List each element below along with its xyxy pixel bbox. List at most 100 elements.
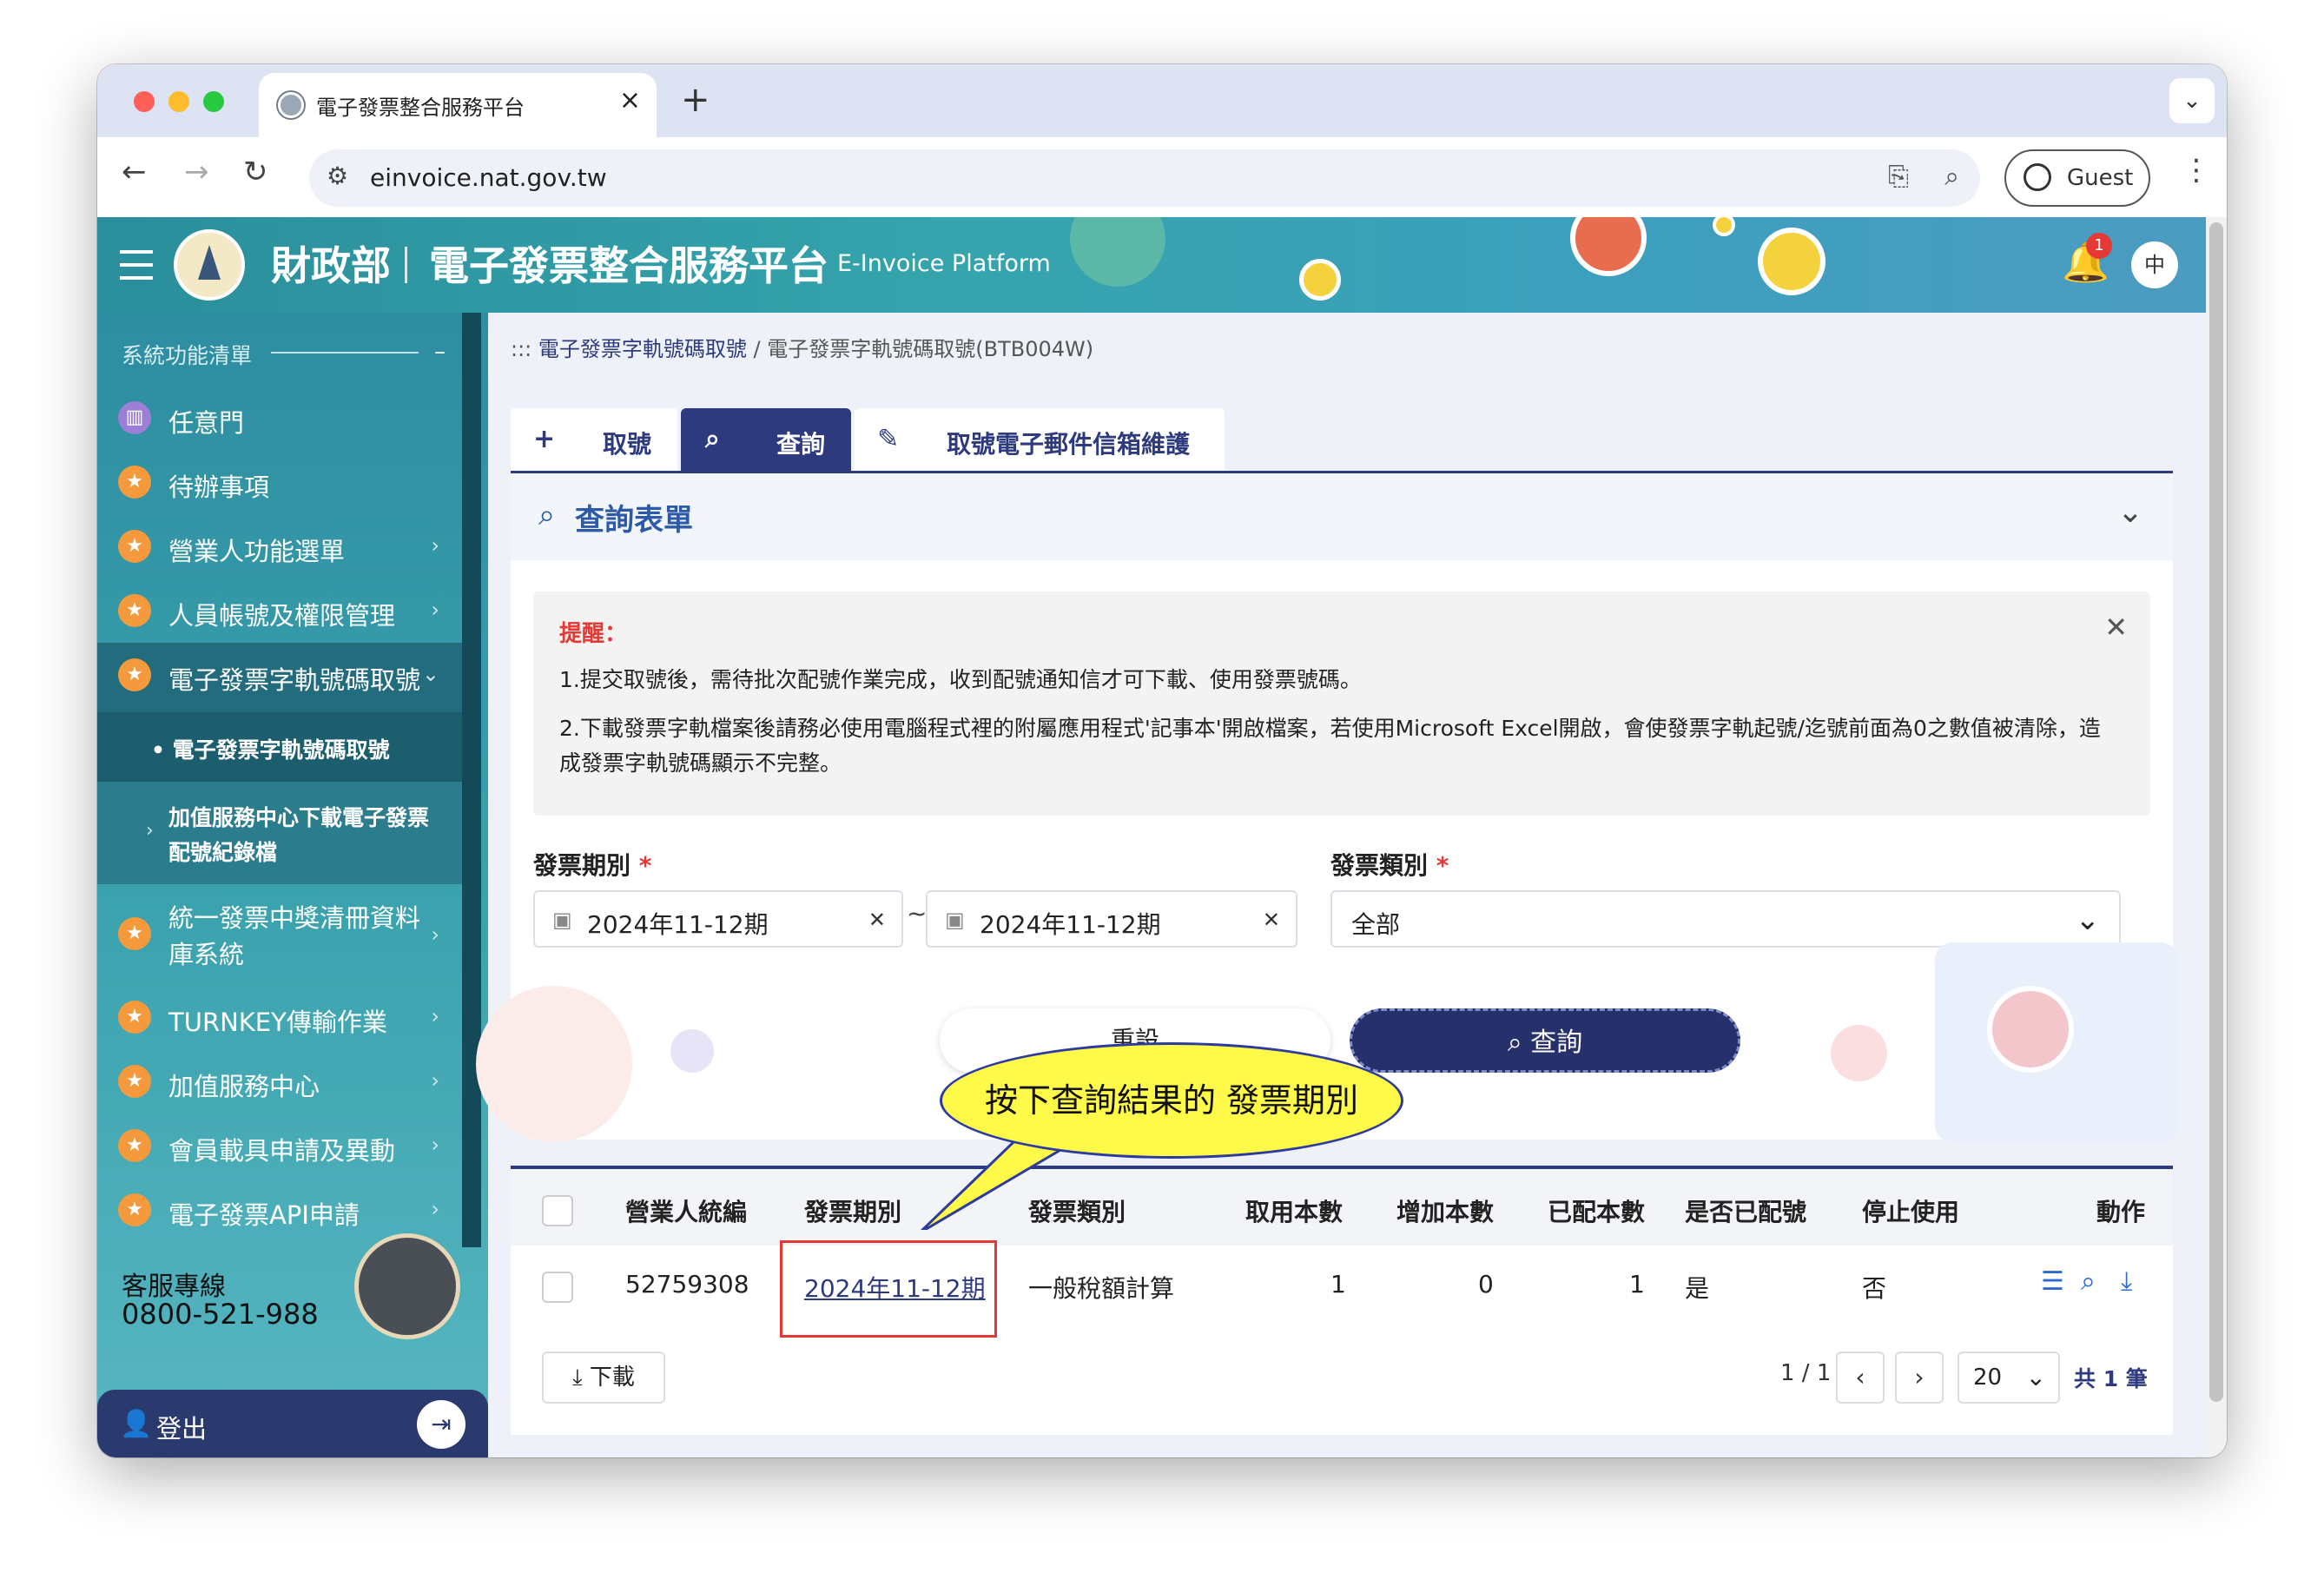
tab-query[interactable]: ⌕ 查詢 <box>681 408 851 471</box>
column-header: 是否已配號 <box>1685 1198 1807 1226</box>
scrollbar-thumb[interactable] <box>2209 222 2223 1402</box>
sidebar-subitem-track-number[interactable]: • 電子發票字軌號碼取號 <box>97 712 462 782</box>
profile-label: Guest <box>2067 165 2134 191</box>
breadcrumb-prefix: ::: <box>511 337 532 361</box>
sidebar-item-accounts[interactable]: ★ 人員帳號及權限管理 › <box>97 578 462 643</box>
query-button[interactable]: ⌕ 查詢 <box>1350 1008 1740 1073</box>
coin-decoration <box>1299 259 1341 301</box>
total-count: 共 1 筆 <box>2074 1366 2148 1391</box>
translate-icon[interactable]: ⎘ <box>1888 162 1909 192</box>
list-icon[interactable]: ☰ <box>2041 1266 2064 1297</box>
sidebar-item-todo[interactable]: ★ 待辦事項 <box>97 450 462 514</box>
minimize-window-button[interactable] <box>168 91 189 112</box>
sidebar-item-turnkey[interactable]: ★ TURNKEY傳輸作業 › <box>97 985 462 1049</box>
sidebar-item-label: 加值服務中心 <box>168 1072 320 1101</box>
tab-title: 電子發票整合服務平台 <box>316 96 525 120</box>
sidebar-collapse-button[interactable]: – <box>434 339 446 365</box>
back-button[interactable]: ← <box>122 155 147 189</box>
sidebar-item-label: 人員帳號及權限管理 <box>168 601 396 631</box>
chevron-down-icon: ⌄ <box>2075 902 2101 937</box>
sidebar-item-winning-list[interactable]: ★ 統一發票中獎清冊資料庫系統 › <box>97 891 462 978</box>
download-icon[interactable]: ⤓ <box>2121 1266 2132 1297</box>
plus-icon: + <box>533 424 556 454</box>
address-bar[interactable]: ⚙ einvoice.nat.gov.tw ⎘ ⌕ <box>309 149 1980 207</box>
ministry-logo[interactable] <box>174 229 245 301</box>
reload-button[interactable]: ↻ <box>243 155 268 189</box>
calendar-icon: ▣ <box>552 908 572 932</box>
forward-button[interactable]: → <box>184 155 209 189</box>
maximize-window-button[interactable] <box>203 91 224 112</box>
coin-decoration <box>1713 217 1735 236</box>
column-header: 發票期別 <box>804 1198 902 1226</box>
search-icon[interactable]: ⌕ <box>2081 1266 2096 1297</box>
browser-window: 電子發票整合服務平台 × + ⌄ ← → ↻ ⚙ einvoice.nat.go… <box>97 64 2227 1457</box>
new-tab-button[interactable]: + <box>681 80 710 120</box>
logout-bar[interactable]: 👤 登出 ⇥ <box>97 1390 488 1457</box>
column-header: 取用本數 <box>1245 1198 1344 1226</box>
logout-icon[interactable]: ⇥ <box>417 1400 465 1449</box>
type-value: 全部 <box>1351 910 1401 939</box>
alert-title: 提醒： <box>559 621 628 647</box>
clear-icon[interactable]: ✕ <box>1263 908 1280 932</box>
tab-take-number[interactable]: + 取號 <box>511 408 677 471</box>
close-icon[interactable]: ✕ <box>2104 611 2128 644</box>
column-header: 增加本數 <box>1396 1198 1495 1226</box>
sidebar-item-label: 電子發票API申請 <box>168 1200 360 1230</box>
breadcrumb-parent[interactable]: 電子發票字軌號碼取號 <box>538 337 747 361</box>
hamburger-icon[interactable] <box>120 250 153 280</box>
tab-close-icon[interactable]: × <box>619 85 641 116</box>
page-size-value: 20 <box>1973 1365 2003 1391</box>
zoom-icon[interactable]: ⌕ <box>1944 162 1959 192</box>
sidebar-item-label: 待辦事項 <box>168 472 270 502</box>
tab-search-button[interactable]: ⌄ <box>2169 78 2215 123</box>
header-decoration <box>1570 217 1647 276</box>
tab-email-maintenance[interactable]: ✎ 取號電子郵件信箱維護 <box>855 408 1225 471</box>
next-page-button[interactable]: › <box>1895 1351 1944 1404</box>
sidebar-item-value-added[interactable]: ★ 加值服務中心 › <box>97 1049 462 1114</box>
language-button[interactable]: 中 <box>2131 241 2178 288</box>
results-table: 營業人統編 發票期別 發票類別 取用本數 增加本數 已配本數 是否已配號 停止使… <box>511 1166 2173 1435</box>
prev-page-button[interactable]: ‹ <box>1836 1351 1885 1404</box>
platform-name-en: E-Invoice Platform <box>837 250 1051 277</box>
chevron-right-icon: › <box>431 1068 439 1093</box>
download-label: 下載 <box>589 1365 635 1391</box>
callout-annotation: 按下查詢結果的 發票期別 <box>940 1042 1403 1159</box>
star-icon: ★ <box>118 466 151 499</box>
sidebar-item-business-menu[interactable]: ★ 營業人功能選單 › <box>97 514 462 578</box>
breadcrumb: ::: 電子發票字軌號碼取號 / 電子發票字軌號碼取號(BTB004W) <box>511 332 1093 362</box>
sidebar-item-track-number[interactable]: ★ 電子發票字軌號碼取號 ⌄ <box>97 643 462 712</box>
type-select[interactable]: 全部 ⌄ <box>1330 890 2121 948</box>
period-to-input[interactable]: ▣ 2024年11-12期 ✕ <box>926 890 1297 948</box>
page-size-select[interactable]: 20 ⌄ <box>1958 1351 2060 1404</box>
form-header[interactable]: ⌕ 查詢表單 ⌄ <box>511 473 2173 560</box>
period-from-input[interactable]: ▣ 2024年11-12期 ✕ <box>533 890 903 948</box>
divider <box>271 352 419 354</box>
calendar-icon: ▣ <box>945 908 965 932</box>
alert-line-2: 2.下載發票字軌檔案後請務必使用電腦程式裡的附屬應用程式'記事本'開啟檔案，若使… <box>559 716 2101 776</box>
menu-icon[interactable]: ⋮ <box>2182 153 2211 188</box>
close-window-button[interactable] <box>134 91 155 112</box>
browser-tab[interactable]: 電子發票整合服務平台 × <box>259 73 657 137</box>
sidebar-item-carrier[interactable]: ★ 會員載具申請及異動 › <box>97 1114 462 1178</box>
sidebar-scrollbar[interactable] <box>462 313 481 1247</box>
site-settings-icon[interactable]: ⚙ <box>327 162 348 190</box>
sidebar-item-api[interactable]: ★ 電子發票API申請 › <box>97 1178 462 1242</box>
profile-button[interactable]: Guest <box>2004 149 2150 207</box>
download-button[interactable]: ⤓ 下載 <box>542 1351 665 1404</box>
background-decoration <box>1831 1025 1887 1081</box>
select-all-checkbox[interactable] <box>542 1195 573 1226</box>
chevron-down-icon[interactable]: ⌄ <box>2117 494 2143 530</box>
clear-icon[interactable]: ✕ <box>868 908 886 932</box>
chevron-right-icon: › <box>431 1197 439 1221</box>
column-header: 停止使用 <box>1862 1198 1960 1226</box>
star-icon: ★ <box>118 658 151 691</box>
sidebar-subitem-download-log[interactable]: › 加值服務中心下載電子發票配號紀錄檔 <box>97 782 462 884</box>
cell-invoice-type: 一般稅額計算 <box>1028 1274 1175 1303</box>
cell-assigned-count: 1 <box>1629 1270 1645 1299</box>
type-label-text: 發票類別 <box>1330 851 1429 880</box>
query-form: ⌕ 查詢表單 ⌄ 提醒： ✕ 1.提交取號後，需待批次配號作業完成，收到配號通知… <box>476 471 2178 1142</box>
background-decoration <box>670 1029 714 1073</box>
row-checkbox[interactable] <box>542 1272 573 1303</box>
sidebar-item-portal[interactable]: ▥ 任意門 <box>97 386 462 450</box>
url-text[interactable]: einvoice.nat.gov.tw <box>370 163 607 192</box>
